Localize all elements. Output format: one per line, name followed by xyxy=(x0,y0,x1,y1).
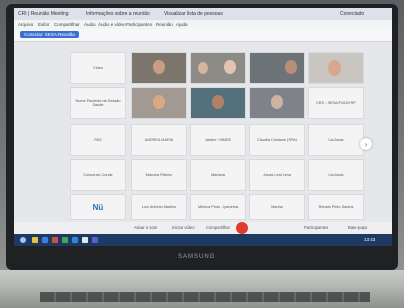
participant-tile[interactable]: Consórcio Conde xyxy=(70,159,126,191)
participant-tile[interactable]: Claudia Cristiane (SPA) xyxy=(249,124,305,156)
meeting-toolbar: Conectar: SESA-Reunião xyxy=(14,29,392,42)
participant-name: Jardim / MMDS xyxy=(204,138,232,142)
participant-tile[interactable]: Lia Assis xyxy=(308,124,364,156)
participant-tile[interactable]: Mônica Pinto - Ipanema xyxy=(190,194,246,220)
participant-face xyxy=(153,95,165,109)
browser-icon[interactable] xyxy=(42,237,48,243)
participant-face xyxy=(285,60,297,74)
participant-face xyxy=(224,60,236,74)
participant-video-tile[interactable] xyxy=(249,52,305,84)
participant-video-tile[interactable] xyxy=(131,87,187,119)
menu-participants[interactable]: Participantes xyxy=(126,22,152,27)
participant-name: Vídeo xyxy=(93,66,103,70)
participant-tile[interactable]: Nü xyxy=(70,194,126,220)
file-explorer-icon[interactable] xyxy=(32,237,38,243)
participant-tile[interactable]: Marcela Ribeiro xyxy=(131,159,187,191)
participant-name: Mônica Pinto - Ipanema xyxy=(197,205,239,209)
participant-name: Luiz Antônio Martins xyxy=(141,205,177,209)
participant-face xyxy=(271,95,283,109)
participant-name: Consórcio Conde xyxy=(83,173,113,177)
menu-file[interactable]: Arquivo xyxy=(18,22,33,27)
menu-audio[interactable]: Áudio xyxy=(84,22,96,27)
mute-button[interactable]: Ativar o som xyxy=(134,225,157,230)
participant-tile[interactable]: Jonas Leal Lima xyxy=(249,159,305,191)
app-icon[interactable] xyxy=(92,237,98,243)
samsung-logo: SAMSUNG xyxy=(178,254,216,260)
participant-video-tile[interactable] xyxy=(190,87,246,119)
browser-tab-info[interactable]: Informações sobre a reunião xyxy=(86,11,150,17)
share-button[interactable]: Compartilhar xyxy=(206,225,230,230)
windows-taskbar: 13:43 xyxy=(14,234,392,246)
menu-share[interactable]: Compartilhar xyxy=(54,22,80,27)
menu-bar: Arquivo Exibir Compartilhar Áudio Áudio … xyxy=(14,20,392,29)
laptop-screen: CRI | Reunião Meeting Informações sobre … xyxy=(14,8,392,246)
video-grid: Vídeo Nome Paciente da Sessão Saúde CRS … xyxy=(14,42,392,222)
participants-button[interactable]: Participantes xyxy=(304,225,328,230)
participant-name: Jonas Leal Lima xyxy=(263,173,291,177)
chat-button[interactable]: Bate-papo xyxy=(348,225,367,230)
webex-icon[interactable] xyxy=(72,237,78,243)
menu-view[interactable]: Exibir xyxy=(38,22,49,27)
browser-tab-people[interactable]: Visualizar lista de pessoas xyxy=(164,11,223,17)
browser-tab-meeting[interactable]: CRI | Reunião Meeting xyxy=(18,11,69,17)
windows-start-icon[interactable] xyxy=(20,237,26,243)
participant-name: Renato Pinto Santos xyxy=(318,205,354,209)
app-icon[interactable] xyxy=(82,237,88,243)
participant-tile[interactable]: Marina xyxy=(249,194,305,220)
end-call-button[interactable] xyxy=(236,222,248,234)
participant-tile[interactable]: Renato Pinto Santos xyxy=(308,194,364,220)
participant-tile[interactable]: Vídeo xyxy=(70,52,126,84)
participant-face xyxy=(198,62,208,74)
participant-name: ANDREA MARIA xyxy=(144,138,174,142)
participant-name: Marina xyxy=(271,205,283,209)
menu-audio-video[interactable]: Áudio e vídeo xyxy=(98,22,126,27)
participant-name: Lia Assis xyxy=(328,173,344,177)
participant-tile[interactable]: PAS xyxy=(70,124,126,156)
window-titlebar: CRI | Reunião Meeting Informações sobre … xyxy=(14,8,392,20)
participant-face xyxy=(328,60,341,76)
participant-tile[interactable]: Luiz Antônio Martins xyxy=(131,194,187,220)
keyboard-row xyxy=(40,292,370,302)
taskbar-clock: 13:43 xyxy=(364,237,376,242)
start-video-button[interactable]: Iniciar vídeo xyxy=(172,225,195,230)
participant-name: CRS - SESA/FNCM RP xyxy=(316,101,356,105)
participant-name: Mariana xyxy=(211,173,225,177)
participant-tile[interactable]: Jardim / MMDS xyxy=(190,124,246,156)
participant-name: Nü xyxy=(92,202,104,212)
participant-tile[interactable]: Nome Paciente da Sessão Saúde xyxy=(70,87,126,119)
participant-video-tile[interactable] xyxy=(308,52,364,84)
app-icon[interactable] xyxy=(62,237,68,243)
connect-chip[interactable]: Conectar: SESA-Reunião xyxy=(20,31,80,38)
participant-tile[interactable]: ANDREA MARIA xyxy=(131,124,187,156)
participant-name: Marcela Ribeiro xyxy=(145,173,173,177)
participant-video-tile[interactable] xyxy=(249,87,305,119)
app-icon[interactable] xyxy=(52,237,58,243)
participant-tile[interactable]: CRS - SESA/FNCM RP xyxy=(308,87,364,119)
participant-name: Claudia Cristiane (SPA) xyxy=(257,138,297,142)
menu-meeting[interactable]: Reunião xyxy=(156,22,173,27)
participant-video-tile[interactable] xyxy=(190,52,246,84)
meeting-controls: Ativar o som Iniciar vídeo Compartilhar … xyxy=(14,222,392,234)
laptop-base xyxy=(0,270,404,308)
participant-name: Nome Paciente da Sessão Saúde xyxy=(75,99,121,107)
participant-name: Lia Assis xyxy=(328,138,344,142)
participant-tile[interactable]: Mariana xyxy=(190,159,246,191)
menu-help[interactable]: Ajuda xyxy=(176,22,188,27)
participant-video-tile[interactable] xyxy=(131,52,187,84)
connection-status: Conectado xyxy=(340,11,365,17)
participant-face xyxy=(153,60,165,74)
next-page-button[interactable]: › xyxy=(360,138,372,150)
participant-name: PAS xyxy=(94,138,102,142)
participant-face xyxy=(212,95,224,109)
participant-tile[interactable]: Lia Assis xyxy=(308,159,364,191)
